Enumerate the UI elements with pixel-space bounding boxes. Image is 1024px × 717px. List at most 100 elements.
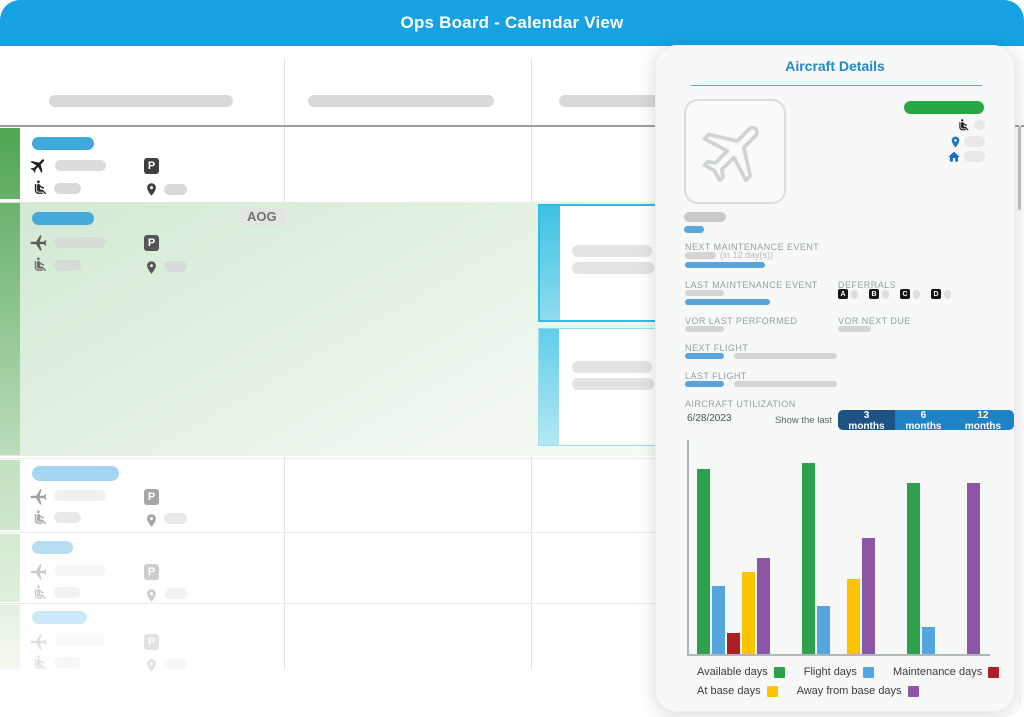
seat-icon bbox=[31, 254, 49, 274]
bar-away-from-base-days bbox=[757, 558, 770, 654]
bar-group-3 bbox=[907, 483, 980, 654]
legend-swatch bbox=[767, 686, 778, 697]
vor-last-label: VOR LAST PERFORMED bbox=[685, 316, 797, 326]
schedule-event-card[interactable] bbox=[538, 328, 660, 446]
utilization-label: AIRCRAFT UTILIZATION bbox=[685, 399, 796, 409]
next-flight-value-placeholder bbox=[734, 353, 837, 359]
row-status-stripe bbox=[0, 203, 20, 455]
parking-icon: P bbox=[144, 158, 159, 174]
utilization-chart bbox=[687, 440, 990, 656]
location-info-placeholder bbox=[164, 588, 187, 599]
next-maintenance-value-placeholder bbox=[685, 252, 716, 259]
deferral-badge: D bbox=[931, 289, 941, 299]
parking-icon: P bbox=[144, 564, 159, 580]
last-maintenance-label: LAST MAINTENANCE EVENT bbox=[685, 280, 818, 290]
bar-at-base-days bbox=[742, 572, 755, 654]
seat-info-placeholder bbox=[54, 260, 81, 271]
bar-group-1 bbox=[697, 469, 770, 654]
tail-number-placeholder bbox=[32, 466, 119, 481]
aircraft-row-1[interactable]: P bbox=[0, 127, 660, 200]
last-flight-link-placeholder bbox=[685, 381, 724, 387]
card-text-placeholder bbox=[572, 378, 654, 390]
aircraft-link-placeholder bbox=[684, 226, 704, 233]
card-text-placeholder bbox=[572, 262, 654, 274]
location-pin-icon bbox=[143, 655, 160, 675]
row-status-stripe bbox=[0, 534, 20, 602]
deferrals-list: ABCD bbox=[838, 289, 962, 299]
last-flight-value-placeholder bbox=[734, 381, 837, 387]
card-text-placeholder bbox=[572, 361, 652, 373]
aircraft-type-placeholder bbox=[684, 212, 726, 222]
parking-icon: P bbox=[144, 489, 159, 505]
parking-icon: P bbox=[144, 235, 159, 251]
legend-item-maintenance-days: Maintenance days bbox=[893, 666, 999, 678]
bar-flight-days bbox=[712, 586, 725, 654]
chart-plot-area bbox=[689, 440, 990, 654]
scrollbar-thumb[interactable] bbox=[1018, 126, 1021, 210]
last-flight-label: LAST FLIGHT bbox=[685, 371, 747, 381]
legend-label: Flight days bbox=[804, 666, 857, 678]
bar-available-days bbox=[697, 469, 710, 654]
column-header-placeholder bbox=[308, 95, 494, 107]
bar-available-days bbox=[802, 463, 815, 654]
column-header-placeholder bbox=[559, 95, 664, 107]
row-status-stripe bbox=[0, 460, 20, 530]
chart-legend-row-2: At base daysAway from base days bbox=[697, 685, 919, 697]
range-button-3-months[interactable]: 3 months bbox=[838, 410, 895, 430]
aircraft-top-icon bbox=[28, 486, 48, 506]
seat-icon bbox=[31, 652, 49, 672]
bar-away-from-base-days bbox=[967, 483, 980, 654]
schedule-event-card[interactable] bbox=[538, 204, 660, 322]
deferral-count-placeholder bbox=[882, 290, 889, 299]
aircraft-row-5[interactable]: P bbox=[0, 603, 660, 670]
flight-info-placeholder bbox=[54, 490, 106, 501]
bar-maintenance-days bbox=[727, 633, 740, 654]
bar-group-2 bbox=[802, 463, 875, 654]
location-value-placeholder bbox=[964, 136, 985, 147]
aog-status-badge: AOG bbox=[238, 207, 286, 226]
flight-takeoff-icon bbox=[28, 155, 48, 175]
deferral-badge: C bbox=[900, 289, 910, 299]
last-maintenance-link-placeholder bbox=[685, 299, 770, 305]
chart-legend-row-1: Available daysFlight daysMaintenance day… bbox=[697, 666, 999, 678]
aircraft-photo-placeholder bbox=[684, 99, 786, 204]
location-info-placeholder bbox=[164, 658, 187, 669]
bar-flight-days bbox=[922, 627, 935, 654]
deferral-count-placeholder bbox=[851, 290, 858, 299]
aircraft-row-3[interactable]: P bbox=[0, 458, 660, 531]
aircraft-top-icon bbox=[28, 631, 48, 651]
aircraft-row-4[interactable]: P bbox=[0, 532, 660, 603]
bar-available-days bbox=[907, 483, 920, 654]
show-last-label: Show the last bbox=[774, 415, 832, 426]
panel-title: Aircraft Details bbox=[656, 58, 1014, 74]
range-button-12-months[interactable]: 12 months bbox=[952, 410, 1014, 430]
deferral-item-b: B bbox=[869, 289, 889, 299]
deferral-item-d: D bbox=[931, 289, 951, 299]
card-text-placeholder bbox=[572, 245, 652, 257]
legend-label: Away from base days bbox=[797, 685, 902, 697]
vor-next-label: VOR NEXT DUE bbox=[838, 316, 911, 326]
seat-info-placeholder bbox=[54, 183, 81, 194]
panel-title-underline bbox=[691, 85, 982, 86]
next-maintenance-note: (in 12 day(s)) bbox=[720, 250, 773, 260]
bar-at-base-days bbox=[847, 579, 860, 654]
column-header-placeholder bbox=[49, 95, 233, 107]
next-maintenance-link-placeholder bbox=[685, 262, 765, 268]
utilization-range-group: 3 months6 months12 months bbox=[838, 410, 1014, 430]
ops-board-page: Ops Board - Calendar View P AOG P bbox=[0, 0, 1024, 717]
home-base-icon bbox=[946, 149, 961, 164]
aircraft-outline-icon bbox=[698, 115, 772, 189]
location-pin-icon bbox=[143, 585, 160, 605]
bar-away-from-base-days bbox=[862, 538, 875, 654]
row-status-stripe bbox=[0, 605, 20, 669]
range-button-6-months[interactable]: 6 months bbox=[895, 410, 952, 430]
next-flight-link-placeholder bbox=[685, 353, 724, 359]
deferral-badge: B bbox=[869, 289, 879, 299]
aircraft-top-icon bbox=[28, 232, 48, 252]
legend-swatch bbox=[774, 667, 785, 678]
location-pin-icon bbox=[143, 257, 160, 277]
tail-number-placeholder bbox=[32, 611, 87, 624]
flight-info-placeholder bbox=[55, 160, 106, 171]
app-header: Ops Board - Calendar View bbox=[0, 0, 1024, 46]
next-flight-label: NEXT FLIGHT bbox=[685, 343, 748, 353]
